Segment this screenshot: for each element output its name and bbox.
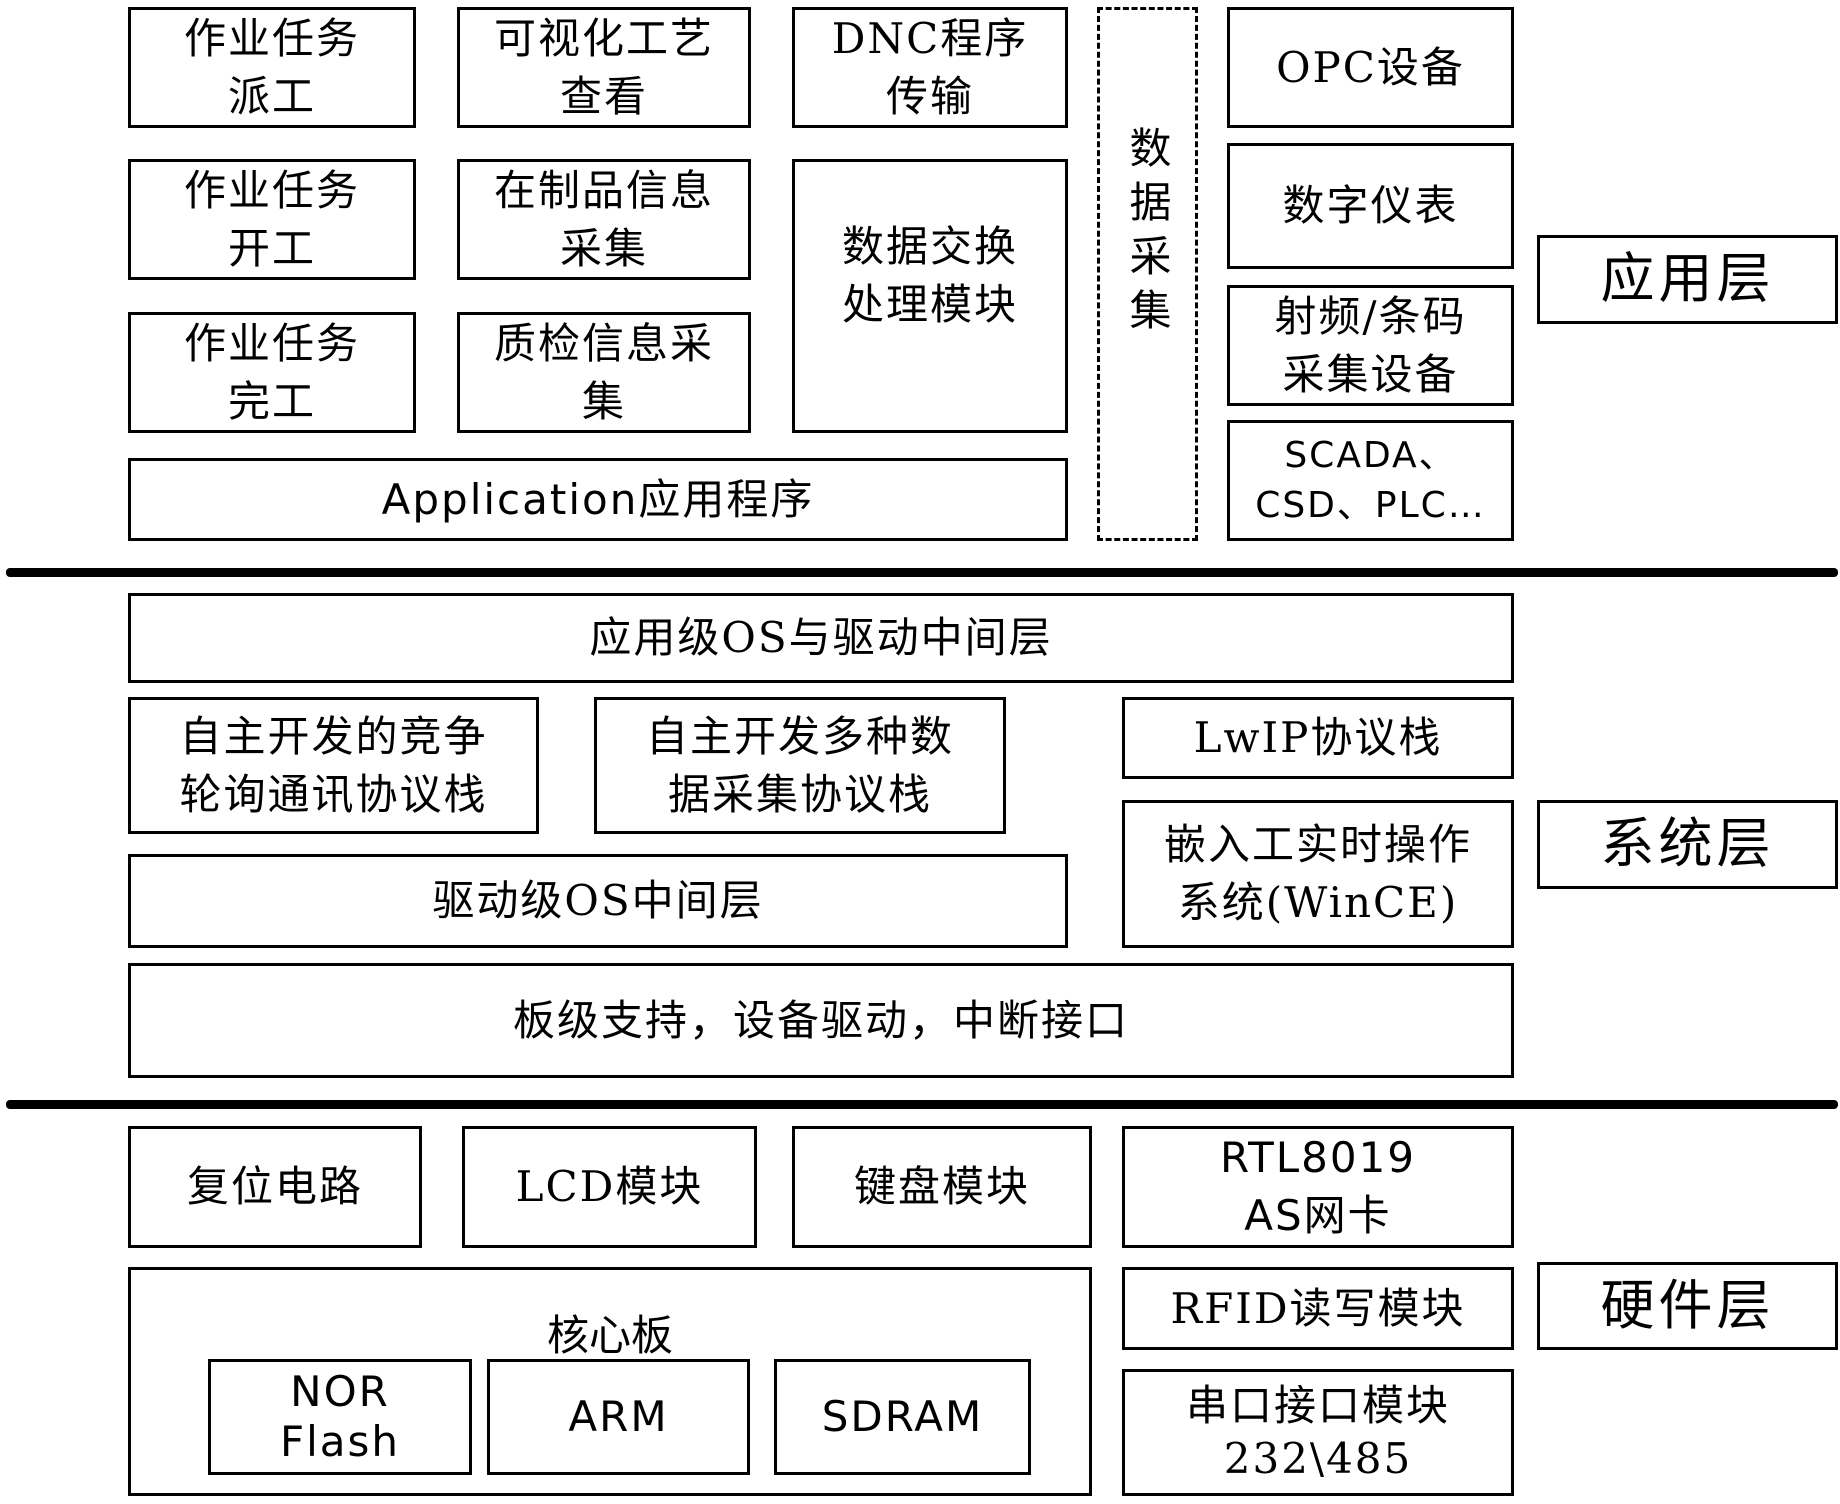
module-label: 质检信息采 集 (493, 318, 714, 426)
module-label: 作业任务 派工 (183, 13, 360, 121)
layer-divider-app-system (6, 568, 1838, 577)
module-label: 板级支持，设备驱动，中断接口 (512, 995, 1129, 1045)
device-scada-plc: SCADA、 CSD、PLC… (1227, 420, 1514, 541)
module-label: 可视化工艺 查看 (493, 13, 714, 121)
module-label: RTL8019 AS网卡 (1219, 1133, 1417, 1240)
device-opc: OPC设备 (1227, 7, 1514, 128)
module-keyboard: 键盘模块 (792, 1126, 1092, 1248)
module-application-program: Application应用程序 (128, 458, 1068, 541)
module-label: Application应用程序 (381, 474, 815, 524)
module-rtos: 嵌入工实时操作 系统(WinCE) (1122, 800, 1514, 948)
module-label: SDRAM (821, 1392, 984, 1442)
module-task-finish: 作业任务 完工 (128, 312, 416, 433)
module-label: ARM (568, 1392, 669, 1442)
device-digital-meter: 数字仪表 (1227, 143, 1514, 269)
module-acq-stack: 自主开发多种数 据采集协议栈 (594, 697, 1006, 834)
module-label: 作业任务 完工 (183, 318, 360, 426)
module-bsp: 板级支持，设备驱动，中断接口 (128, 963, 1514, 1078)
module-wip-info: 在制品信息 采集 (457, 159, 751, 280)
data-acquisition-group: 数据采集 (1097, 7, 1198, 541)
module-visual-process: 可视化工艺 查看 (457, 7, 751, 128)
module-label: LCD模块 (515, 1162, 704, 1212)
device-label: 射频/条码 采集设备 (1274, 291, 1467, 399)
device-label: SCADA、 CSD、PLC… (1255, 434, 1486, 526)
module-label: 作业任务 开工 (183, 165, 360, 273)
layer-label-system: 系统层 (1537, 800, 1838, 889)
module-label: 在制品信息 采集 (493, 165, 714, 273)
data-acquisition-label: 数据采集 (1123, 126, 1172, 342)
module-label: 数据交换 处理模块 (841, 222, 1018, 329)
layer-label-hardware: 硬件层 (1537, 1262, 1838, 1350)
layer-divider-system-hardware (6, 1100, 1838, 1109)
module-label: RFID读写模块 (1170, 1283, 1466, 1333)
module-polling-stack: 自主开发的竞争 轮询通讯协议栈 (128, 697, 539, 834)
module-label: 嵌入工实时操作 系统(WinCE) (1163, 820, 1472, 927)
module-qc-info: 质检信息采 集 (457, 312, 751, 433)
device-rfid-barcode: 射频/条码 采集设备 (1227, 285, 1514, 406)
module-label: 键盘模块 (853, 1162, 1030, 1212)
module-task-dispatch: 作业任务 派工 (128, 7, 416, 128)
module-app-os-middleware: 应用级OS与驱动中间层 (128, 593, 1514, 683)
module-lcd: LCD模块 (462, 1126, 757, 1248)
module-driver-os-middleware: 驱动级OS中间层 (128, 854, 1068, 948)
module-sdram: SDRAM (774, 1359, 1031, 1475)
layer-label: 应用层 (1600, 247, 1775, 311)
module-lwip-stack: LwIP协议栈 (1122, 697, 1514, 779)
module-label: 自主开发的竞争 轮询通讯协议栈 (179, 711, 488, 819)
module-reset-circuit: 复位电路 (128, 1126, 422, 1248)
module-nor-flash: NOR Flash (208, 1359, 472, 1475)
layer-label: 系统层 (1600, 812, 1775, 876)
module-nic: RTL8019 AS网卡 (1122, 1126, 1514, 1248)
module-label: LwIP协议栈 (1193, 713, 1443, 763)
module-arm: ARM (487, 1359, 750, 1475)
module-dnc-transfer: DNC程序 传输 (792, 7, 1068, 128)
device-label: 数字仪表 (1282, 181, 1459, 231)
module-label: 驱动级OS中间层 (432, 876, 764, 926)
module-data-exchange: 数据交换 处理模块 (792, 159, 1068, 433)
module-task-start: 作业任务 开工 (128, 159, 416, 280)
module-serial: 串口接口模块 232\485 (1122, 1369, 1514, 1496)
device-label: OPC设备 (1276, 42, 1465, 92)
core-board-title: 核心板 (546, 1311, 673, 1360)
module-label: 自主开发多种数 据采集协议栈 (645, 711, 954, 819)
module-label: DNC程序 传输 (831, 13, 1029, 121)
module-label: 串口接口模块 232\485 (1185, 1381, 1450, 1483)
module-label: 应用级OS与驱动中间层 (589, 613, 1053, 663)
layer-label-application: 应用层 (1537, 235, 1838, 324)
module-rfid: RFID读写模块 (1122, 1267, 1514, 1350)
layer-label: 硬件层 (1600, 1273, 1775, 1337)
architecture-diagram: 作业任务 派工 可视化工艺 查看 DNC程序 传输 作业任务 开工 在制品信息 … (0, 0, 1840, 1504)
module-label: 复位电路 (186, 1162, 363, 1212)
module-label: NOR Flash (279, 1366, 401, 1466)
